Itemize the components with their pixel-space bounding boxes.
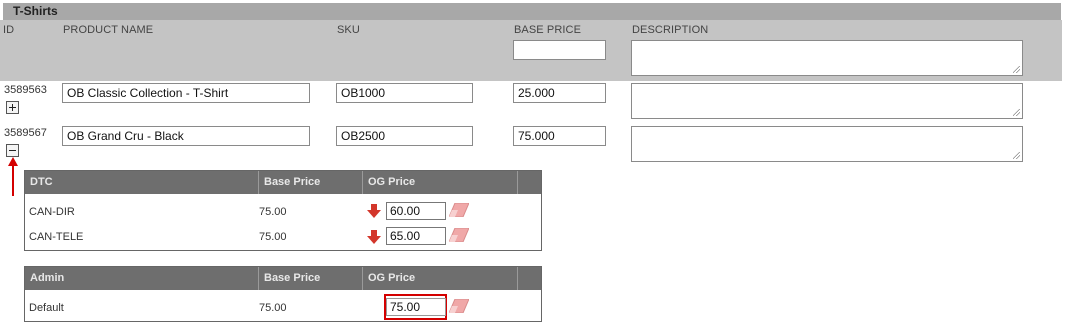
- base-price-header: Base Price: [259, 267, 363, 290]
- annotation-arrow-up-icon: [8, 157, 18, 196]
- price-group-table-admin: Admin Base Price OG Price Default 75.00 …: [24, 266, 542, 322]
- expand-plus-icon[interactable]: [6, 101, 19, 114]
- price-list-name: CAN-TELE: [29, 231, 84, 243]
- group-name-header: DTC: [25, 171, 259, 194]
- og-price-header: OG Price: [363, 171, 518, 194]
- resize-grip-icon[interactable]: [1013, 109, 1020, 116]
- price-group-header: DTC Base Price OG Price: [25, 171, 541, 194]
- section-title: T-Shirts: [3, 3, 1061, 20]
- resize-grip-icon[interactable]: [1013, 152, 1020, 159]
- resize-grip-icon[interactable]: [1013, 66, 1020, 73]
- base-price-input[interactable]: 25.000: [513, 83, 606, 103]
- group-name-header: Admin: [25, 267, 259, 290]
- column-header-description: DESCRIPTION: [632, 24, 709, 36]
- base-price-filter-input[interactable]: [513, 40, 606, 60]
- price-list-base-price: 75.00: [259, 231, 287, 243]
- sku-input[interactable]: OB2500: [336, 126, 473, 146]
- eraser-clear-icon[interactable]: [449, 203, 469, 217]
- price-list-name: Default: [29, 302, 64, 314]
- product-id: 3589563: [4, 84, 47, 96]
- price-list-base-price: 75.00: [259, 302, 287, 314]
- sku-input[interactable]: OB1000: [336, 83, 473, 103]
- price-group-header: Admin Base Price OG Price: [25, 267, 541, 290]
- price-group-table-dtc: DTC Base Price OG Price CAN-DIR 75.00 60…: [24, 170, 542, 251]
- price-list-base-price: 75.00: [259, 206, 287, 218]
- product-id: 3589567: [4, 127, 47, 139]
- eraser-clear-icon[interactable]: [449, 299, 469, 313]
- base-price-header: Base Price: [259, 171, 363, 194]
- og-price-input[interactable]: 65.00: [386, 227, 446, 245]
- og-price-input[interactable]: 60.00: [386, 202, 446, 220]
- description-textarea[interactable]: [631, 83, 1023, 119]
- price-decrease-arrow-icon: [367, 204, 381, 218]
- product-name-input[interactable]: OB Grand Cru - Black: [62, 126, 310, 146]
- price-list-name: CAN-DIR: [29, 206, 75, 218]
- column-header-sku: SKU: [337, 24, 360, 36]
- column-header-product-name: PRODUCT NAME: [63, 24, 154, 36]
- price-decrease-arrow-icon: [367, 230, 381, 244]
- og-price-input[interactable]: 75.00: [386, 298, 446, 316]
- eraser-clear-icon[interactable]: [449, 228, 469, 242]
- base-price-input[interactable]: 75.000: [513, 126, 606, 146]
- product-name-input[interactable]: OB Classic Collection - T-Shirt: [62, 83, 310, 103]
- column-header-base-price: BASE PRICE: [514, 24, 582, 36]
- og-price-header: OG Price: [363, 267, 518, 290]
- collapse-minus-icon[interactable]: [6, 144, 19, 157]
- description-filter-textarea[interactable]: [631, 40, 1023, 76]
- column-header-id: ID: [3, 24, 15, 36]
- description-textarea[interactable]: [631, 126, 1023, 162]
